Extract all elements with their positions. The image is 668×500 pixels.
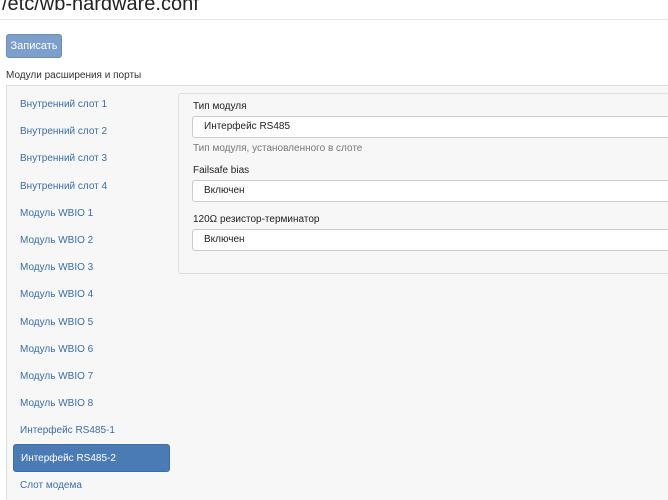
module-type-help: Тип модуля, установленного в слоте [193,143,363,154]
nav-item-wbio-3[interactable]: Модуль WBIO 3 [13,254,170,281]
save-button[interactable]: Записать [6,34,62,58]
nav-item-wbio-6[interactable]: Модуль WBIO 6 [13,336,170,363]
nav-item-rs485-2[interactable]: Интерфейс RS485-2 [13,444,170,472]
nav-item-wbio-4[interactable]: Модуль WBIO 4 [13,281,170,308]
nav-item-internal-slot-1[interactable]: Внутренний слот 1 [13,91,170,118]
module-type-label: Тип модуля [193,101,247,112]
nav-item-internal-slot-2[interactable]: Внутренний слот 2 [13,118,170,145]
module-type-select[interactable]: Интерфейс RS485 [192,116,668,138]
title-divider [0,19,668,20]
failsafe-select[interactable]: Включен [192,180,668,202]
modules-nav: Внутренний слот 1 Внутренний слот 2 Внут… [13,91,170,499]
nav-item-internal-slot-3[interactable]: Внутренний слот 3 [13,145,170,172]
terminator-label: 120Ω резистор-терминатор [193,214,320,225]
nav-item-wbio-8[interactable]: Модуль WBIO 8 [13,390,170,417]
nav-item-wbio-5[interactable]: Модуль WBIO 5 [13,309,170,336]
module-settings-form: Тип модуля Интерфейс RS485 Тип модуля, у… [178,93,668,274]
terminator-select[interactable]: Включен [192,229,668,251]
nav-item-wbio-2[interactable]: Модуль WBIO 2 [13,227,170,254]
section-label: Модули расширения и порты [6,70,142,81]
nav-item-rs485-1[interactable]: Интерфейс RS485-1 [13,417,170,444]
nav-item-modem-slot[interactable]: Слот модема [13,472,170,499]
nav-item-wbio-1[interactable]: Модуль WBIO 1 [13,200,170,227]
failsafe-label: Failsafe bias [193,165,250,176]
nav-item-internal-slot-4[interactable]: Внутренний слот 4 [13,173,170,200]
nav-item-wbio-7[interactable]: Модуль WBIO 7 [13,363,170,390]
page-title: /etc/wb-hardware.conf [2,0,199,15]
